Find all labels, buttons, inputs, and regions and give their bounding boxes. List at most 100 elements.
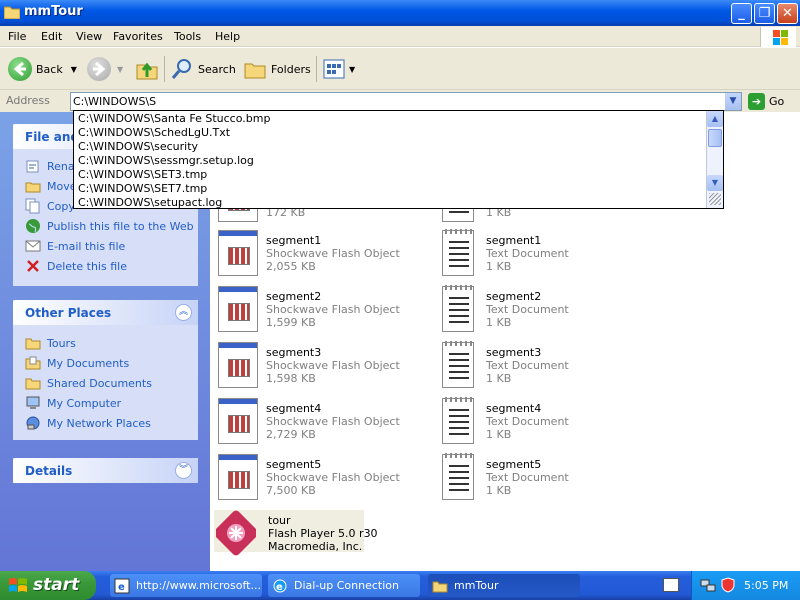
views-button[interactable]: ▼ — [322, 54, 355, 84]
file-item-txt-segment1[interactable]: segment1 Text Document 1 KB — [440, 229, 620, 282]
back-dropdown-icon[interactable]: ▼ — [71, 65, 77, 74]
file-size: 1 KB — [486, 316, 512, 329]
flash-player-icon — [216, 510, 256, 556]
file-item-swf-segment5[interactable]: segment5 Shockwave Flash Object 7,500 KB — [218, 454, 400, 506]
title-bar[interactable]: mmTour _ ❐ ✕ — [0, 0, 800, 26]
autocomplete-item[interactable]: C:\WINDOWS\SET7.tmp — [78, 182, 207, 195]
menu-file[interactable]: File — [8, 30, 26, 43]
menu-view[interactable]: View — [76, 30, 102, 43]
taskbar-button-mmtour[interactable]: mmTour — [428, 574, 580, 597]
file-item-swf-segment4[interactable]: segment4 Shockwave Flash Object 2,729 KB — [218, 398, 400, 450]
go-button[interactable]: ➔ Go — [748, 92, 784, 111]
file-item-swf-segment2[interactable]: segment2 Shockwave Flash Object 1,599 KB — [218, 286, 400, 338]
my-documents-icon — [25, 355, 41, 371]
text-file-icon — [442, 453, 474, 500]
minimize-button[interactable]: _ — [731, 3, 752, 24]
start-button[interactable]: start — [0, 571, 96, 600]
place-my-computer[interactable]: My Computer — [25, 394, 121, 412]
file-item-txt-segment5[interactable]: segment5 Text Document 1 KB — [440, 453, 620, 506]
address-field[interactable]: ▼ — [70, 92, 742, 111]
file-name: tour — [268, 514, 291, 527]
other-places-header[interactable]: Other Places ︽ — [13, 300, 198, 325]
file-item-txt-segment4[interactable]: segment4 Text Document 1 KB — [440, 397, 620, 450]
views-icon — [323, 59, 345, 79]
taskbar-button-ie[interactable]: e http://www.microsoft.... — [110, 574, 262, 597]
address-label: Address — [6, 94, 50, 107]
autocomplete-item[interactable]: C:\WINDOWS\SET3.tmp — [78, 168, 207, 181]
keyboard-icon[interactable] — [663, 578, 679, 592]
task-copy[interactable]: Copy — [25, 197, 75, 215]
file-size: 1 KB — [486, 484, 512, 497]
address-input[interactable] — [73, 95, 713, 108]
file-item-tour[interactable]: tour Flash Player 5.0 r30 Macromedia, In… — [214, 510, 378, 556]
file-item-txt-segment2[interactable]: segment2 Text Document 1 KB — [440, 285, 620, 338]
autocomplete-item[interactable]: C:\WINDOWS\sessmgr.setup.log — [78, 154, 254, 167]
security-shield-icon[interactable] — [720, 577, 736, 593]
maximize-button[interactable]: ❐ — [754, 3, 775, 24]
taskbar-button-label: http://www.microsoft.... — [136, 579, 262, 592]
autocomplete-item[interactable]: C:\WINDOWS\SchedLgU.Txt — [78, 126, 230, 139]
file-item-swf-segment1[interactable]: segment1 Shockwave Flash Object 2,055 KB — [218, 230, 400, 282]
place-my-documents[interactable]: My Documents — [25, 354, 129, 372]
clock: 5:05 PM — [744, 579, 789, 592]
network-tray-icon[interactable] — [700, 577, 716, 593]
menu-favorites[interactable]: Favorites — [113, 30, 163, 43]
file-name: segment2 — [266, 290, 322, 303]
dial-up-icon: e — [273, 579, 287, 593]
autocomplete-scrollbar[interactable]: ▲ ▼ — [706, 111, 723, 208]
task-rename[interactable]: Rena — [25, 157, 75, 175]
internet-explorer-icon: e — [114, 578, 130, 593]
menu-tools[interactable]: Tools — [174, 30, 201, 43]
file-name: segment5 — [486, 458, 542, 471]
task-delete[interactable]: Delete this file — [25, 257, 127, 275]
toolbar-separator — [164, 56, 165, 82]
menu-help[interactable]: Help — [215, 30, 240, 43]
folder-icon — [432, 581, 448, 592]
address-autocomplete-list: C:\WINDOWS\Santa Fe Stucco.bmp C:\WINDOW… — [73, 110, 724, 209]
forward-dropdown-icon[interactable]: ▼ — [117, 65, 123, 74]
close-button[interactable]: ✕ — [777, 3, 798, 24]
file-name: segment2 — [486, 290, 542, 303]
taskbar-button-label: Dial-up Connection — [294, 579, 399, 592]
autocomplete-item[interactable]: C:\WINDOWS\setupact.log — [78, 196, 222, 209]
scroll-down-icon[interactable]: ▼ — [707, 175, 723, 191]
file-type: Text Document — [486, 303, 569, 316]
task-publish-label: Publish this file to the Web — [47, 219, 194, 233]
place-my-network-places[interactable]: My Network Places — [25, 414, 151, 432]
file-item-txt-segment3[interactable]: segment3 Text Document 1 KB — [440, 341, 620, 394]
file-size: 2,055 KB — [266, 260, 316, 273]
details-panel: Details ︾ — [13, 458, 198, 483]
resize-grip-icon[interactable] — [709, 193, 721, 205]
taskbar-button-dialup[interactable]: e Dial-up Connection — [268, 574, 420, 597]
collapse-chevron-icon[interactable]: ︽ — [175, 304, 192, 321]
back-button[interactable]: Back ▼ — [8, 54, 77, 84]
expand-chevron-icon[interactable]: ︾ — [175, 462, 192, 479]
scroll-up-icon[interactable]: ▲ — [707, 111, 723, 127]
menu-edit[interactable]: Edit — [41, 30, 62, 43]
autocomplete-item[interactable]: C:\WINDOWS\Santa Fe Stucco.bmp — [78, 112, 270, 125]
taskbar-button-label: mmTour — [454, 579, 499, 592]
autocomplete-item[interactable]: C:\WINDOWS\security — [78, 140, 198, 153]
task-move[interactable]: Move — [25, 177, 77, 195]
file-description: Flash Player 5.0 r30 — [268, 527, 378, 540]
views-dropdown-icon[interactable]: ▼ — [349, 65, 355, 74]
folders-label: Folders — [271, 62, 311, 76]
address-dropdown-button[interactable]: ▼ — [724, 93, 741, 110]
forward-button[interactable]: ▼ — [87, 54, 123, 84]
place-shared-documents[interactable]: Shared Documents — [25, 374, 152, 392]
task-email[interactable]: E-mail this file — [25, 237, 125, 255]
search-button[interactable]: Search — [170, 54, 236, 84]
folders-button[interactable]: Folders — [243, 54, 311, 84]
up-folder-icon — [136, 62, 158, 80]
text-file-icon — [442, 341, 474, 388]
back-arrow-icon — [8, 57, 32, 81]
details-header[interactable]: Details ︾ — [13, 458, 198, 483]
up-folder-button[interactable] — [135, 54, 159, 84]
file-item-swf-segment3[interactable]: segment3 Shockwave Flash Object 1,598 KB — [218, 342, 400, 394]
scroll-thumb[interactable] — [708, 129, 722, 147]
task-publish[interactable]: Publish this file to the Web — [25, 217, 194, 235]
place-tours[interactable]: Tours — [25, 334, 76, 352]
windows-logo-icon — [760, 27, 796, 47]
flash-file-icon — [218, 398, 258, 444]
file-size: 1,599 KB — [266, 316, 316, 329]
